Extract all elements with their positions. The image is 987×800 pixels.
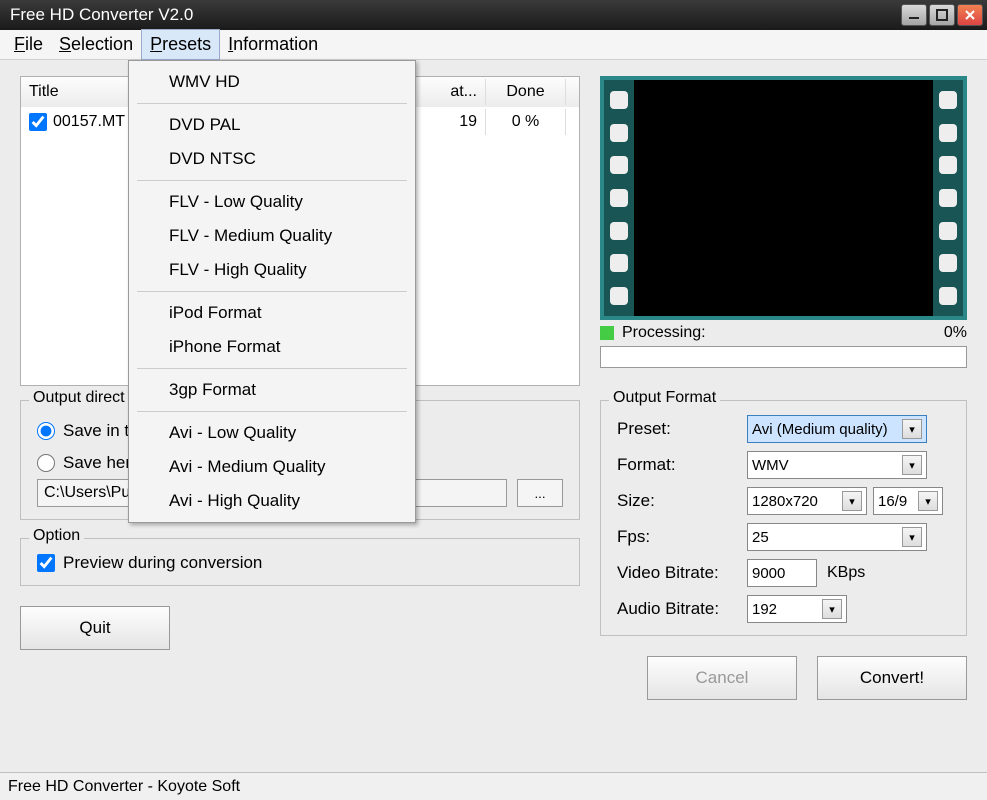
fps-label: Fps:	[617, 527, 747, 547]
close-button[interactable]	[957, 4, 983, 26]
dropdown-arrow-icon	[918, 491, 938, 511]
file-row-done: 0 %	[486, 109, 566, 135]
preset-select[interactable]: Avi (Medium quality)	[747, 415, 927, 443]
film-sprockets-right	[933, 80, 963, 316]
dropdown-arrow-icon	[902, 419, 922, 439]
presets-dropdown: WMV HD DVD PAL DVD NTSC FLV - Low Qualit…	[128, 60, 416, 523]
preview-checkbox[interactable]	[37, 554, 55, 572]
menu-selection[interactable]: Selection	[51, 30, 141, 59]
menu-bar: File Selection Presets Information	[0, 30, 987, 60]
status-indicator-icon	[600, 326, 614, 340]
option-legend: Option	[29, 527, 84, 545]
menu-separator	[137, 368, 407, 369]
convert-button[interactable]: Convert!	[817, 656, 967, 700]
film-preview	[600, 76, 967, 320]
audio-bitrate-select[interactable]: 192	[747, 595, 847, 623]
quit-button[interactable]: Quit	[20, 606, 170, 650]
dropdown-arrow-icon	[902, 527, 922, 547]
status-label: Processing:	[622, 324, 706, 342]
preset-3gp[interactable]: 3gp Format	[129, 373, 415, 407]
preset-avi-low[interactable]: Avi - Low Quality	[129, 416, 415, 450]
dropdown-arrow-icon	[842, 491, 862, 511]
aspect-select[interactable]: 16/9	[873, 487, 943, 515]
file-row-title: 00157.MT	[53, 113, 125, 131]
aspect-value: 16/9	[878, 493, 907, 510]
audio-bitrate-label: Audio Bitrate:	[617, 599, 747, 619]
film-sprockets-left	[604, 80, 634, 316]
preset-value: Avi (Medium quality)	[752, 421, 888, 438]
preset-dvd-pal[interactable]: DVD PAL	[129, 108, 415, 142]
content-area: WMV HD DVD PAL DVD NTSC FLV - Low Qualit…	[0, 60, 987, 772]
menu-separator	[137, 180, 407, 181]
output-format-legend: Output Format	[609, 389, 720, 407]
preset-ipod[interactable]: iPod Format	[129, 296, 415, 330]
file-row-checkbox[interactable]	[29, 113, 47, 131]
menu-separator	[137, 411, 407, 412]
preview-checkbox-label: Preview during conversion	[63, 553, 262, 573]
cancel-button[interactable]: Cancel	[647, 656, 797, 700]
video-bitrate-label: Video Bitrate:	[617, 563, 747, 583]
radio-save-same[interactable]	[37, 422, 55, 440]
dropdown-arrow-icon	[902, 455, 922, 475]
progress-bar	[600, 346, 967, 368]
radio-save-here[interactable]	[37, 454, 55, 472]
size-select[interactable]: 1280x720	[747, 487, 867, 515]
title-bar: Free HD Converter V2.0	[0, 0, 987, 30]
status-pct: 0%	[944, 324, 967, 342]
app-window: Free HD Converter V2.0 File Selection Pr…	[0, 0, 987, 800]
col-header-done[interactable]: Done	[486, 79, 566, 105]
minimize-button[interactable]	[901, 4, 927, 26]
size-value: 1280x720	[752, 493, 818, 510]
preset-flv-low[interactable]: FLV - Low Quality	[129, 185, 415, 219]
fps-select[interactable]: 25	[747, 523, 927, 551]
size-label: Size:	[617, 491, 747, 511]
preset-wmv-hd[interactable]: WMV HD	[129, 65, 415, 99]
menu-information[interactable]: Information	[220, 30, 326, 59]
browse-button[interactable]: ...	[517, 479, 563, 507]
menu-file[interactable]: File	[6, 30, 51, 59]
video-bitrate-input[interactable]	[747, 559, 817, 587]
format-select[interactable]: WMV	[747, 451, 927, 479]
maximize-button[interactable]	[929, 4, 955, 26]
status-bar-text: Free HD Converter - Koyote Soft	[8, 778, 240, 796]
preset-flv-high[interactable]: FLV - High Quality	[129, 253, 415, 287]
option-group: Option Preview during conversion	[20, 538, 580, 586]
status-bar: Free HD Converter - Koyote Soft	[0, 772, 987, 800]
radio-save-same-label: Save in t	[63, 421, 129, 441]
output-directory-legend: Output direct	[29, 389, 129, 407]
menu-presets[interactable]: Presets	[141, 29, 220, 60]
film-frame	[634, 80, 933, 316]
video-bitrate-unit: KBps	[827, 564, 865, 582]
menu-separator	[137, 291, 407, 292]
preset-iphone[interactable]: iPhone Format	[129, 330, 415, 364]
output-format-group: Output Format Preset: Avi (Medium qualit…	[600, 400, 967, 636]
preset-avi-high[interactable]: Avi - High Quality	[129, 484, 415, 518]
preset-flv-med[interactable]: FLV - Medium Quality	[129, 219, 415, 253]
preset-dvd-ntsc[interactable]: DVD NTSC	[129, 142, 415, 176]
audio-bitrate-value: 192	[752, 601, 777, 618]
preset-label: Preset:	[617, 419, 747, 439]
preview-pane: Processing: 0%	[600, 76, 967, 386]
menu-separator	[137, 103, 407, 104]
window-title: Free HD Converter V2.0	[4, 5, 899, 25]
format-label: Format:	[617, 455, 747, 475]
dropdown-arrow-icon	[822, 599, 842, 619]
fps-value: 25	[752, 529, 769, 546]
format-value: WMV	[752, 457, 789, 474]
preset-avi-med[interactable]: Avi - Medium Quality	[129, 450, 415, 484]
